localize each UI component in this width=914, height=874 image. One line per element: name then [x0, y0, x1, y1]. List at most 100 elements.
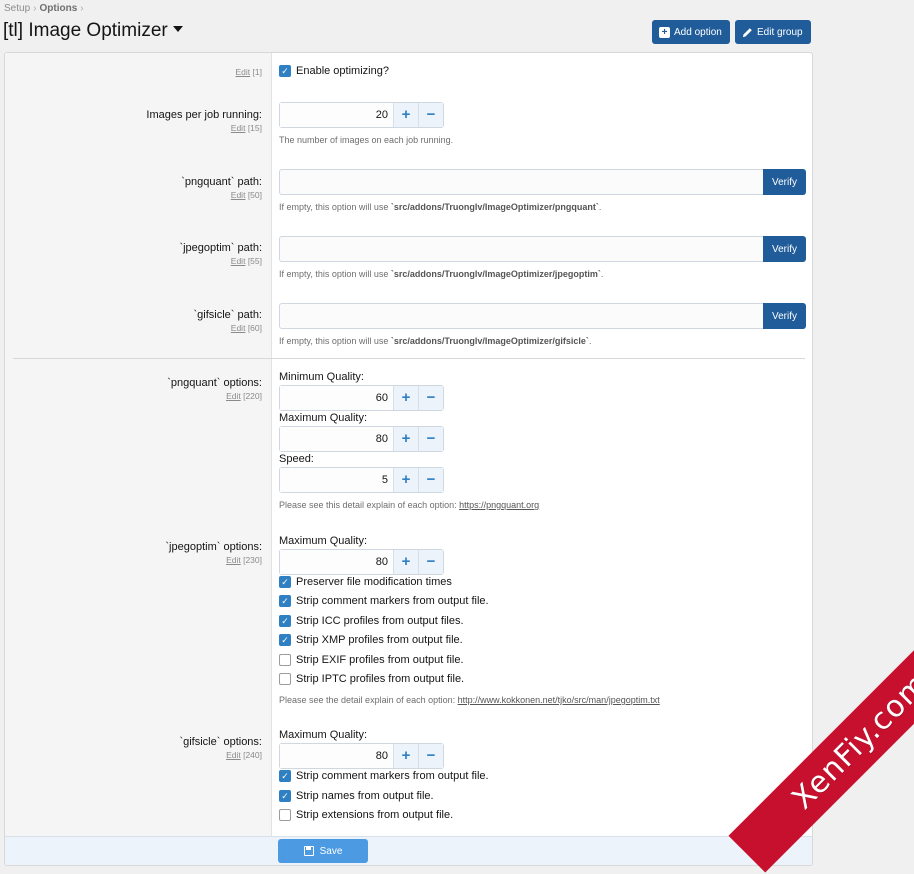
minus-icon[interactable]: −	[418, 744, 443, 768]
pngquant-min-quality-stepper[interactable]: 60 + −	[279, 385, 444, 411]
save-button[interactable]: Save	[278, 839, 368, 863]
checkbox-checked-icon: ✓	[279, 576, 291, 588]
hint-path: `src/addons/Truonglv/ImageOptimizer/gifs…	[390, 336, 589, 346]
min-quality-label: Minimum Quality:	[279, 371, 364, 383]
minus-icon[interactable]: −	[418, 386, 443, 410]
jpegoptim-max-quality-stepper[interactable]: 80 + −	[279, 549, 444, 575]
jpegoptim-checkbox[interactable]: ✓ Strip comment markers from output file.	[279, 595, 489, 607]
edit-id: [50]	[247, 190, 262, 200]
minus-icon[interactable]: −	[418, 468, 443, 492]
edit-link[interactable]: Edit	[231, 256, 246, 266]
stepper-value[interactable]: 5	[280, 468, 393, 492]
jpegoptim-checkbox[interactable]: ✓ Preserver file modification times	[279, 576, 452, 588]
checkbox-checked-icon: ✓	[279, 770, 291, 782]
plus-icon[interactable]: +	[393, 386, 418, 410]
add-option-label: Add option	[674, 26, 722, 38]
plus-icon[interactable]: +	[393, 550, 418, 574]
pngquant-max-quality-stepper[interactable]: 80 + −	[279, 426, 444, 452]
images-per-job-stepper[interactable]: 20 + −	[279, 102, 444, 128]
edit-link[interactable]: Edit	[226, 750, 241, 760]
hint-path: `src/addons/Truonglv/ImageOptimizer/pngq…	[390, 202, 599, 212]
pngquant-link[interactable]: https://pngquant.org	[459, 500, 539, 510]
minus-icon[interactable]: −	[418, 550, 443, 574]
breadcrumb-options[interactable]: Options	[39, 3, 77, 14]
stepper-value[interactable]: 20	[280, 103, 393, 127]
edit-group-button[interactable]: Edit group	[735, 20, 811, 44]
jpegoptim-verify-button[interactable]: Verify	[763, 236, 806, 262]
gifsicle-checkbox[interactable]: ✓ Strip comment markers from output file.	[279, 770, 489, 782]
gifsicle-path-input[interactable]	[279, 303, 764, 329]
edit-link[interactable]: Edit	[236, 67, 251, 77]
checkbox-label: Strip XMP profiles from output file.	[296, 634, 463, 646]
gifsicle-max-quality-stepper[interactable]: 80 + −	[279, 743, 444, 769]
checkbox-label: Preserver file modification times	[296, 576, 452, 588]
edit-group-label: Edit group	[757, 26, 803, 38]
save-label: Save	[319, 845, 343, 857]
checkbox-label: Strip names from output file.	[296, 790, 434, 802]
checkbox-label: Strip comment markers from output file.	[296, 595, 489, 607]
edit-id: [220]	[243, 391, 262, 401]
images-per-job-label: Images per job running: Edit [15]	[146, 109, 262, 135]
field-label: `pngquant` options:	[167, 377, 262, 389]
breadcrumb-setup[interactable]: Setup	[4, 3, 30, 14]
plus-icon[interactable]: +	[393, 468, 418, 492]
stepper-value[interactable]: 60	[280, 386, 393, 410]
stepper-value[interactable]: 80	[280, 550, 393, 574]
pngquant-verify-button[interactable]: Verify	[763, 169, 806, 195]
field-label: `pngquant` path:	[181, 176, 262, 188]
edit-link[interactable]: Edit	[231, 190, 246, 200]
plus-icon[interactable]: +	[393, 744, 418, 768]
gifsicle-verify-button[interactable]: Verify	[763, 303, 806, 329]
options-panel: Edit [1] ✓ Enable optimizing? Images per…	[4, 52, 813, 866]
checkbox-label: Strip IPTC profiles from output file.	[296, 673, 465, 685]
edit-link[interactable]: Edit	[226, 391, 241, 401]
max-quality-label: Maximum Quality:	[279, 729, 368, 741]
edit-link[interactable]: Edit	[231, 123, 246, 133]
edit-link[interactable]: Edit	[231, 323, 246, 333]
pngquant-options-label: `pngquant` options: Edit [220]	[167, 377, 262, 403]
breadcrumb: Setup › Options ›	[4, 3, 87, 14]
jpegoptim-checkbox[interactable]: ✓ Strip ICC profiles from output files.	[279, 615, 464, 627]
plus-icon[interactable]: +	[393, 103, 418, 127]
add-option-button[interactable]: + Add option	[652, 20, 730, 44]
stepper-value[interactable]: 80	[280, 427, 393, 451]
checkbox-label: Strip comment markers from output file.	[296, 770, 489, 782]
plus-square-icon: +	[659, 26, 670, 38]
checkbox-label: Strip extensions from output file.	[296, 809, 454, 821]
gifsicle-path-label: `gifsicle` path: Edit [60]	[194, 309, 262, 335]
gifsicle-options-label: `gifsicle` options: Edit [240]	[179, 736, 262, 762]
jpegoptim-checkbox[interactable]: Strip IPTC profiles from output file.	[279, 673, 464, 685]
labels-column	[5, 53, 272, 836]
jpegoptim-checkbox[interactable]: ✓ Strip XMP profiles from output file.	[279, 634, 463, 646]
field-label: `gifsicle` path:	[193, 309, 262, 321]
stepper-value[interactable]: 80	[280, 744, 393, 768]
field-label: `jpegoptim` options:	[165, 541, 262, 553]
gifsicle-path-hint: If empty, this option will use `src/addo…	[279, 336, 591, 346]
enable-label: Edit [1]	[236, 66, 262, 79]
jpegoptim-checkbox[interactable]: Strip EXIF profiles from output file.	[279, 654, 464, 666]
hint-text: If empty, this option will use	[279, 202, 391, 212]
images-per-job-hint: The number of images on each job running…	[279, 135, 454, 145]
enable-optimizing-checkbox[interactable]: ✓ Enable optimizing?	[279, 65, 389, 77]
edit-id: [55]	[247, 256, 262, 266]
page-title[interactable]: [tl] Image Optimizer	[3, 20, 183, 42]
checkbox-checked-icon: ✓	[279, 615, 291, 627]
minus-icon[interactable]: −	[418, 103, 443, 127]
edit-id: [60]	[247, 323, 262, 333]
checkbox-checked-icon: ✓	[279, 65, 291, 77]
minus-icon[interactable]: −	[418, 427, 443, 451]
jpegoptim-path-input[interactable]	[279, 236, 764, 262]
page-title-text: [tl] Image Optimizer	[3, 20, 168, 41]
hint-text: Please see this detail explain of each o…	[279, 500, 460, 510]
gifsicle-checkbox[interactable]: Strip extensions from output file.	[279, 809, 453, 821]
gifsicle-checkbox[interactable]: ✓ Strip names from output file.	[279, 790, 434, 802]
checkbox-unchecked-icon	[279, 654, 291, 666]
jpegoptim-link[interactable]: http://www.kokkonen.net/tjko/src/man/jpe…	[458, 695, 660, 705]
max-quality-label: Maximum Quality:	[279, 535, 368, 547]
checkbox-checked-icon: ✓	[279, 634, 291, 646]
pngquant-path-input[interactable]	[279, 169, 764, 195]
edit-link[interactable]: Edit	[226, 555, 241, 565]
pngquant-speed-stepper[interactable]: 5 + −	[279, 467, 444, 493]
checkbox-unchecked-icon	[279, 809, 291, 821]
plus-icon[interactable]: +	[393, 427, 418, 451]
